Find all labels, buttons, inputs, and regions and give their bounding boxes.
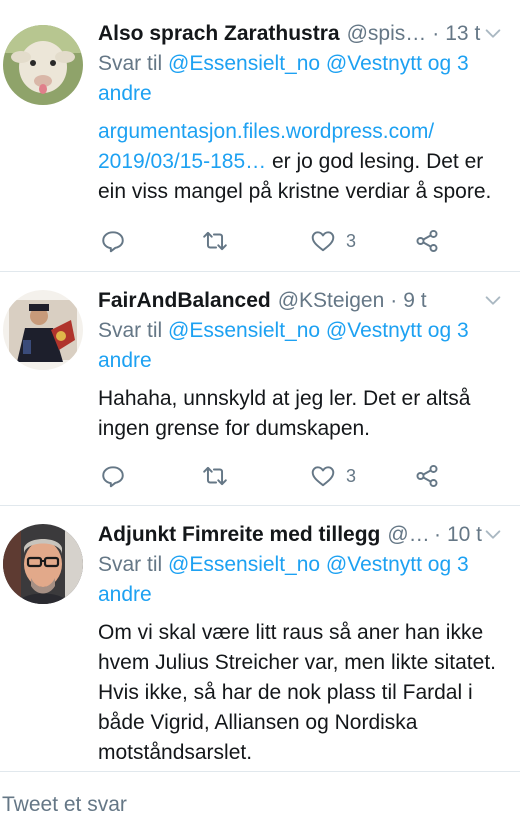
- separator-dot: ·: [390, 289, 398, 312]
- avatar-image: [3, 524, 83, 604]
- display-name[interactable]: Also sprach Zarathustra: [98, 22, 340, 46]
- reply-button[interactable]: [100, 460, 126, 492]
- tweet-body-text: Om vi skal være litt raus så aner han ik…: [98, 621, 496, 764]
- reply-prefix: Svar til: [98, 553, 169, 576]
- retweet-icon: [203, 466, 227, 486]
- tweet-actions: 3: [100, 460, 460, 492]
- like-button[interactable]: 3: [310, 225, 356, 257]
- tweet-text: Hahaha, unnskyld at jeg ler. Det er alts…: [98, 384, 502, 444]
- tweet-header: Adjunkt Fimreite med tillegg @… · 10 t: [98, 520, 502, 550]
- heart-icon: [311, 231, 335, 252]
- share-icon: [416, 464, 438, 488]
- chevron-down-icon[interactable]: [482, 290, 504, 312]
- timestamp[interactable]: 10 t: [447, 523, 482, 547]
- chevron-down-icon[interactable]: [482, 23, 504, 45]
- avatar-image: [3, 25, 83, 105]
- heart-icon: [311, 466, 335, 487]
- retweet-icon: [203, 231, 227, 251]
- timestamp[interactable]: 13 t: [445, 22, 480, 46]
- avatar[interactable]: [3, 25, 83, 105]
- avatar[interactable]: [3, 290, 83, 370]
- display-name[interactable]: FairAndBalanced: [98, 289, 271, 313]
- share-button[interactable]: [414, 460, 440, 492]
- tweet[interactable]: Adjunkt Fimreite med tillegg @… · 10 t S…: [0, 506, 520, 772]
- reply-prefix: Svar til: [98, 319, 169, 342]
- reply-prefix: Svar til: [98, 52, 169, 75]
- tweet-actions: 3: [100, 225, 460, 257]
- tweet-content: Adjunkt Fimreite med tillegg @… · 10 t S…: [98, 520, 502, 768]
- separator-dot: ·: [432, 22, 440, 45]
- tweet-content: Also sprach Zarathustra @spis… · 13 t Sv…: [98, 19, 502, 207]
- retweet-button[interactable]: [202, 460, 228, 492]
- retweet-button[interactable]: [202, 225, 228, 257]
- user-handle[interactable]: @spis…: [347, 22, 427, 46]
- tweet[interactable]: Also sprach Zarathustra @spis… · 13 t Sv…: [0, 0, 520, 272]
- tweet-header: Also sprach Zarathustra @spis… · 13 t: [98, 19, 502, 49]
- tweet-header: FairAndBalanced @KSteigen · 9 t: [98, 286, 502, 316]
- reply-button[interactable]: [100, 225, 126, 257]
- reply-context: Svar til @Essensielt_no @Vestnytt og 3 a…: [98, 550, 502, 610]
- tweet-text: argumentasjon.files.wordpress.com/ 2019/…: [98, 117, 502, 207]
- share-icon: [416, 229, 438, 253]
- tweet-text: Om vi skal være litt raus så aner han ik…: [98, 618, 502, 768]
- reply-icon: [102, 466, 124, 488]
- tweet[interactable]: FairAndBalanced @KSteigen · 9 t Svar til…: [0, 272, 520, 506]
- like-button[interactable]: 3: [310, 460, 356, 492]
- tweet-content: FairAndBalanced @KSteigen · 9 t Svar til…: [98, 286, 502, 444]
- user-handle[interactable]: @KSteigen: [278, 289, 385, 313]
- reply-icon: [102, 231, 124, 253]
- share-button[interactable]: [414, 225, 440, 257]
- reply-context: Svar til @Essensielt_no @Vestnytt og 3 a…: [98, 49, 502, 109]
- reply-input[interactable]: Tweet et svar: [2, 793, 127, 817]
- avatar-image: [3, 290, 83, 370]
- like-count: 3: [346, 230, 357, 251]
- reply-context: Svar til @Essensielt_no @Vestnytt og 3 a…: [98, 316, 502, 376]
- user-handle[interactable]: @…: [387, 523, 428, 547]
- avatar[interactable]: [3, 524, 83, 604]
- timestamp[interactable]: 9 t: [403, 289, 426, 313]
- chevron-down-icon[interactable]: [482, 524, 504, 546]
- like-count: 3: [346, 465, 357, 486]
- display-name[interactable]: Adjunkt Fimreite med tillegg: [98, 523, 380, 547]
- tweet-body-text: Hahaha, unnskyld at jeg ler. Det er alts…: [98, 387, 471, 440]
- separator-dot: ·: [433, 523, 441, 546]
